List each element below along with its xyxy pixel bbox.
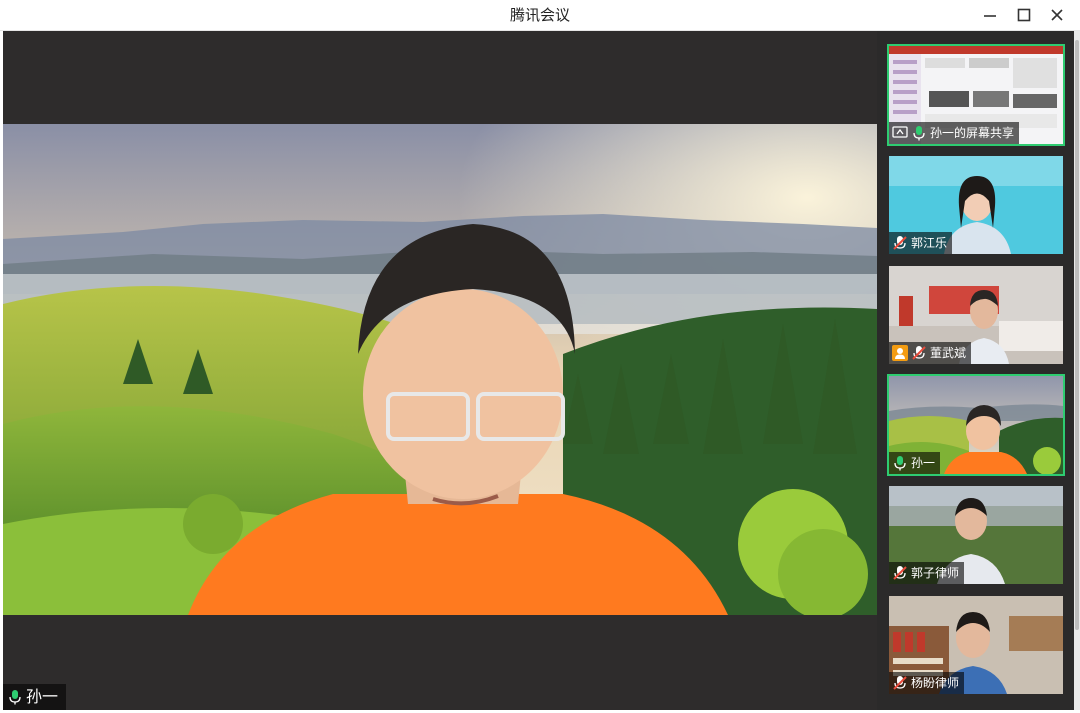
- main-speaker-name: 孙一: [26, 687, 59, 706]
- maximize-icon: [1017, 8, 1031, 22]
- participant-tile-sun-yi[interactable]: 孙一: [887, 374, 1065, 476]
- title-bar: 腾讯会议: [0, 0, 1080, 31]
- close-button[interactable]: [1043, 3, 1071, 27]
- participant-label: 郭江乐: [889, 232, 953, 254]
- main-video-area[interactable]: 孙一: [3, 31, 877, 710]
- participant-name: 孙一的屏幕共享: [930, 126, 1015, 140]
- participant-tile-guo-jiangle[interactable]: 郭江乐: [889, 156, 1063, 254]
- main-speaker-label: 孙一: [3, 684, 67, 710]
- mic-muted-icon: [892, 235, 908, 251]
- participant-name: 杨盼律师: [911, 676, 960, 690]
- participant-tile-dong-wubin[interactable]: 董武斌: [889, 266, 1063, 364]
- mic-muted-icon: [892, 565, 908, 581]
- mic-active-icon: [892, 455, 908, 471]
- host-badge-icon: [892, 345, 908, 361]
- speaker-video-frame: [3, 124, 877, 615]
- minimize-button[interactable]: [976, 3, 1004, 27]
- minimize-icon: [984, 15, 996, 17]
- mic-active-icon: [911, 125, 927, 141]
- sidebar-scrollbar-thumb[interactable]: [1075, 40, 1079, 630]
- participant-label: 孙一的屏幕共享: [889, 122, 1020, 144]
- participant-tile-yang-pan[interactable]: 杨盼律师: [889, 596, 1063, 694]
- participant-name: 孙一: [911, 456, 936, 470]
- mic-muted-icon: [892, 675, 908, 691]
- mic-muted-icon: [911, 345, 927, 361]
- participant-label: 董武斌: [889, 342, 972, 364]
- participant-label: 郭子律师: [889, 562, 965, 584]
- participant-label: 杨盼律师: [889, 672, 965, 694]
- maximize-button[interactable]: [1010, 3, 1038, 27]
- mic-active-icon: [7, 689, 23, 705]
- window-title: 腾讯会议: [509, 6, 570, 24]
- participant-label: 孙一: [889, 452, 941, 474]
- main-speaker-video: [3, 124, 877, 615]
- participant-name: 郭江乐: [911, 236, 948, 250]
- participant-tile-screen-share[interactable]: 孙一的屏幕共享: [887, 44, 1065, 146]
- close-icon: [1051, 9, 1063, 21]
- participant-tile-guo-zi[interactable]: 郭子律师: [889, 486, 1063, 584]
- screen-share-icon: [892, 125, 908, 141]
- participant-name: 郭子律师: [911, 566, 960, 580]
- participant-name: 董武斌: [930, 346, 967, 360]
